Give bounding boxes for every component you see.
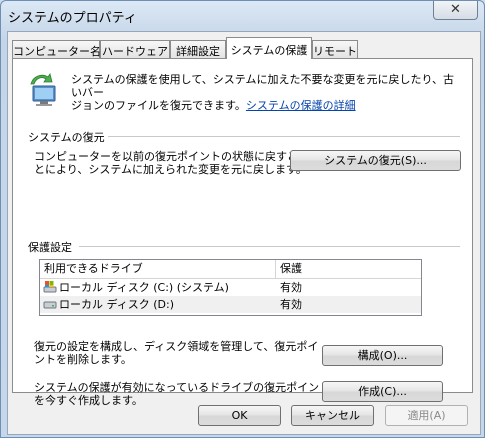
table-row[interactable]: ローカル ディスク (C:) (システム) 有効 [40, 279, 421, 296]
configure-button[interactable]: 構成(O)... [322, 345, 443, 366]
column-header-protection[interactable]: 保護 [276, 260, 421, 279]
configure-desc-line-2: ントを削除します。 [34, 353, 132, 366]
system-protection-panel: システムの保護を使用して、システムに加えた不要な変更を元に戻したり、古いバー ジ… [12, 58, 473, 407]
intro-line-2: ジョンのファイルを復元できます。 [71, 99, 246, 112]
create-button[interactable]: 作成(C)... [322, 381, 443, 402]
drive-name: ローカル ディスク (D:) [59, 298, 174, 311]
restore-desc-line-1: コンピューターを以前の復元ポイントの状態に戻すこ [34, 150, 298, 163]
tab-remote[interactable]: リモート [312, 40, 358, 58]
system-restore-button[interactable]: システムの復元(S)... [290, 150, 461, 171]
protection-divider [79, 246, 460, 248]
drive-name: ローカル ディスク (C:) (システム) [59, 281, 229, 294]
create-desc-line-2: を今すぐ作成します。 [34, 394, 143, 407]
title-bar[interactable]: システムのプロパティ ✕ [1, 1, 484, 31]
drive-list[interactable]: 利用できるドライブ 保護 ローカル ディスク (C:) (システム) 有効 ロー… [39, 259, 422, 316]
protection-settings-heading: 保護設定 [28, 241, 72, 254]
system-protection-icon [30, 73, 56, 106]
restore-desc-line-2: とにより、システムに加えられた変更を元に戻します。 [34, 163, 307, 176]
system-restore-heading: システムの復元 [28, 131, 105, 144]
tab-hardware[interactable]: ハードウェア [100, 40, 170, 58]
drive-protection-status: 有効 [280, 281, 302, 294]
system-protection-details-link[interactable]: システムの保護の詳細 [246, 99, 356, 112]
restore-divider [108, 136, 460, 138]
system-properties-window: システムのプロパティ ✕ コンピューター名 ハードウェア 詳細設定 システムの保… [0, 0, 485, 438]
configure-description: 復元の設定を構成し、ディスク領域を管理して、復元ポイ ントを削除します。 [34, 340, 318, 366]
dialog-client: コンピューター名 ハードウェア 詳細設定 システムの保護 リモート システムの保… [7, 31, 481, 435]
ok-button[interactable]: OK [198, 405, 281, 426]
window-title: システムのプロパティ [8, 11, 137, 26]
column-header-drives[interactable]: 利用できるドライブ [40, 260, 276, 279]
create-description: システムの保護が有効になっているドライブの復元ポイント を今すぐ作成します。 [34, 381, 330, 407]
system-drive-icon [43, 281, 57, 293]
tab-system-protection[interactable]: システムの保護 [226, 37, 312, 59]
create-desc-line-1: システムの保護が有効になっているドライブの復元ポイント [34, 381, 331, 394]
intro-line-1: システムの保護を使用して、システムに加えた不要な変更を元に戻したり、古いバー [71, 73, 455, 99]
close-button[interactable]: ✕ [433, 1, 478, 20]
configure-desc-line-1: 復元の設定を構成し、ディスク領域を管理して、復元ポイ [34, 340, 319, 353]
tab-advanced[interactable]: 詳細設定 [170, 40, 226, 58]
drive-protection-status: 有効 [280, 298, 302, 311]
table-row[interactable]: ローカル ディスク (D:) 有効 [40, 296, 421, 313]
restore-description: コンピューターを以前の復元ポイントの状態に戻すこ とにより、システムに加えられた… [34, 150, 307, 176]
apply-button[interactable]: 適用(A) [385, 405, 468, 426]
intro-text: システムの保護を使用して、システムに加えた不要な変更を元に戻したり、古いバー ジ… [71, 73, 461, 112]
cancel-button[interactable]: キャンセル [291, 405, 374, 426]
drive-icon [43, 301, 57, 309]
tab-computer-name[interactable]: コンピューター名 [12, 40, 101, 58]
